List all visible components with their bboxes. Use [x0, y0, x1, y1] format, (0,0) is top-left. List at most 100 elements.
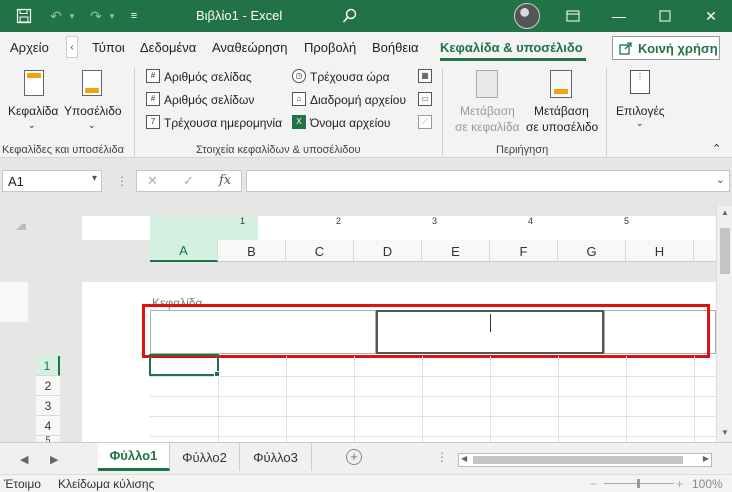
maximize-icon[interactable]	[642, 0, 688, 32]
name-box-dropdown-icon[interactable]: ▾	[92, 173, 97, 184]
options-button[interactable]: Επιλογές	[616, 104, 665, 118]
zoom-slider-thumb[interactable]	[637, 479, 640, 488]
column-header-a[interactable]: A	[150, 240, 218, 262]
page-number-button[interactable]: Αριθμός σελίδας	[164, 70, 252, 84]
zoom-level[interactable]: 100%	[692, 477, 723, 491]
sheet-tab-3[interactable]: Φύλλο3	[240, 443, 312, 471]
next-sheet-icon[interactable]: ▶	[50, 453, 58, 466]
column-header-g[interactable]: G	[558, 240, 626, 262]
row-header-3[interactable]: 3	[36, 396, 60, 416]
avatar[interactable]	[514, 3, 540, 29]
status-scroll-lock: Κλείδωμα κύλισης	[58, 477, 155, 491]
tab-data[interactable]: Δεδομένα	[140, 40, 196, 55]
column-header-f[interactable]: F	[490, 240, 558, 262]
fill-handle[interactable]	[214, 371, 220, 377]
column-header-d[interactable]: D	[354, 240, 422, 262]
tab-formulas[interactable]: Τύποι	[92, 40, 125, 55]
redo-dropdown-icon[interactable]: ▾	[102, 6, 122, 26]
name-box[interactable]: A1 ▾	[2, 170, 102, 192]
row-header-2[interactable]: 2	[36, 376, 60, 396]
horizontal-scroll-thumb[interactable]	[473, 456, 683, 464]
ruler-mark-3: 3	[432, 216, 438, 226]
minimize-icon[interactable]: —	[596, 0, 642, 32]
customize-toolbar-icon[interactable]: ≡	[124, 6, 144, 26]
enter-icon[interactable]: ✓	[183, 173, 194, 189]
scroll-right-icon[interactable]: ▶	[703, 454, 709, 463]
scroll-up-icon[interactable]: ▲	[721, 208, 729, 217]
current-time-button[interactable]: Τρέχουσα ώρα	[310, 70, 390, 84]
formula-input[interactable]: ⌄	[246, 170, 730, 192]
footer-dropdown-icon[interactable]: ⌄	[88, 120, 96, 131]
zoom-out-icon[interactable]: −	[590, 477, 597, 491]
header-dropdown-icon[interactable]: ⌄	[28, 120, 36, 131]
goto-header-button-l1[interactable]: Μετάβαση	[460, 104, 515, 118]
column-header-e[interactable]: E	[422, 240, 490, 262]
format-picture-icon[interactable]: ⟋	[418, 115, 432, 129]
row-header-4[interactable]: 4	[36, 416, 60, 436]
horizontal-ruler: 1 2 3 4 5	[82, 216, 716, 240]
header-button[interactable]: Κεφαλίδα	[8, 104, 58, 118]
sheet-name-icon[interactable]: ▦	[418, 69, 432, 83]
tab-help[interactable]: Βοήθεια	[372, 40, 419, 55]
cancel-icon[interactable]: ✕	[147, 173, 158, 189]
status-ready: Έτοιμο	[4, 477, 41, 491]
tab-header-footer[interactable]: Κεφαλίδα & υποσέλιδο	[440, 40, 583, 55]
add-sheet-icon[interactable]: +	[346, 449, 362, 465]
goto-header-button-l2[interactable]: σε κεφαλίδα	[455, 120, 519, 134]
formula-bar: A1 ▾ ⋮ ✕ ✓ fx ⌄	[0, 164, 732, 200]
picture-icon[interactable]: ▭	[418, 92, 432, 106]
undo-dropdown-icon[interactable]: ▾	[62, 6, 82, 26]
goto-header-icon	[476, 70, 498, 98]
expand-formula-bar-icon[interactable]: ⌄	[716, 173, 725, 186]
tab-view[interactable]: Προβολή	[304, 40, 356, 55]
grid-line	[422, 356, 423, 442]
file-name-button[interactable]: Όνομα αρχείου	[310, 116, 390, 130]
grid-line	[490, 356, 491, 442]
ruler-mark-4: 4	[528, 216, 534, 226]
current-date-button[interactable]: Τρέχουσα ημερομηνία	[164, 116, 282, 130]
sheet-tab-2[interactable]: Φύλλο2	[170, 443, 240, 471]
group-label-elements: Στοιχεία κεφαλίδων & υποσέλιδου	[196, 144, 361, 156]
zoom-in-icon[interactable]: +	[676, 477, 683, 491]
goto-footer-button-l1[interactable]: Μετάβαση	[534, 104, 589, 118]
column-header-h[interactable]: H	[626, 240, 694, 262]
footer-button[interactable]: Υποσέλιδο	[64, 104, 122, 118]
ribbon-display-icon[interactable]	[550, 0, 596, 32]
search-icon[interactable]	[340, 6, 360, 26]
excel-file-icon: X	[292, 115, 306, 129]
close-icon[interactable]: ✕	[688, 0, 732, 32]
file-path-button[interactable]: Διαδρομή αρχείου	[310, 93, 406, 107]
tab-review[interactable]: Αναθεώρηση	[212, 40, 288, 55]
group-label-headers-footers: Κεφαλίδες και υποσέλιδα	[2, 144, 124, 156]
prev-sheet-icon[interactable]: ◀	[20, 453, 28, 466]
grid-line	[150, 376, 716, 377]
select-all-icon[interactable]	[16, 220, 26, 230]
options-dropdown-icon[interactable]: ⌄	[636, 118, 644, 129]
sheet-tab-1[interactable]: Φύλλο1	[98, 443, 170, 471]
row-header-1[interactable]: 1	[36, 356, 60, 376]
scroll-down-icon[interactable]: ▼	[721, 428, 729, 437]
scroll-left-icon[interactable]: ◀	[461, 454, 467, 463]
tab-file[interactable]: Αρχείο	[10, 40, 49, 55]
grid-line	[150, 436, 716, 437]
column-header-b[interactable]: B	[218, 240, 286, 262]
sheet-area: 1 2 3 4 5 A B C D E F G H Κεφαλίδα 1 2 3…	[0, 206, 716, 442]
vertical-scrollbar[interactable]: ▲ ▼	[716, 206, 732, 442]
vertical-scroll-thumb[interactable]	[720, 228, 730, 274]
number-of-pages-button[interactable]: Αριθμός σελίδων	[164, 93, 254, 107]
horizontal-scrollbar[interactable]: ◀ ▶	[458, 453, 712, 467]
insert-function-icon[interactable]: fx	[219, 173, 231, 188]
save-icon[interactable]	[14, 6, 34, 26]
vertical-ruler	[0, 282, 28, 322]
tab-split-icon[interactable]: ⋮	[436, 450, 448, 464]
goto-footer-button-l2[interactable]: σε υποσέλιδο	[526, 120, 598, 134]
share-button[interactable]: Κοινή χρήση	[612, 36, 720, 60]
collapse-ribbon-icon[interactable]: ⌃	[712, 142, 721, 155]
ruler-mark-2: 2	[336, 216, 342, 226]
formula-bar-grip-icon: ⋮	[116, 174, 128, 188]
active-cell-a1[interactable]	[149, 354, 219, 376]
footer-icon	[82, 70, 102, 96]
tabs-scroll-left-icon[interactable]: ‹	[66, 36, 78, 58]
grid-line	[150, 416, 716, 417]
column-header-c[interactable]: C	[286, 240, 354, 262]
